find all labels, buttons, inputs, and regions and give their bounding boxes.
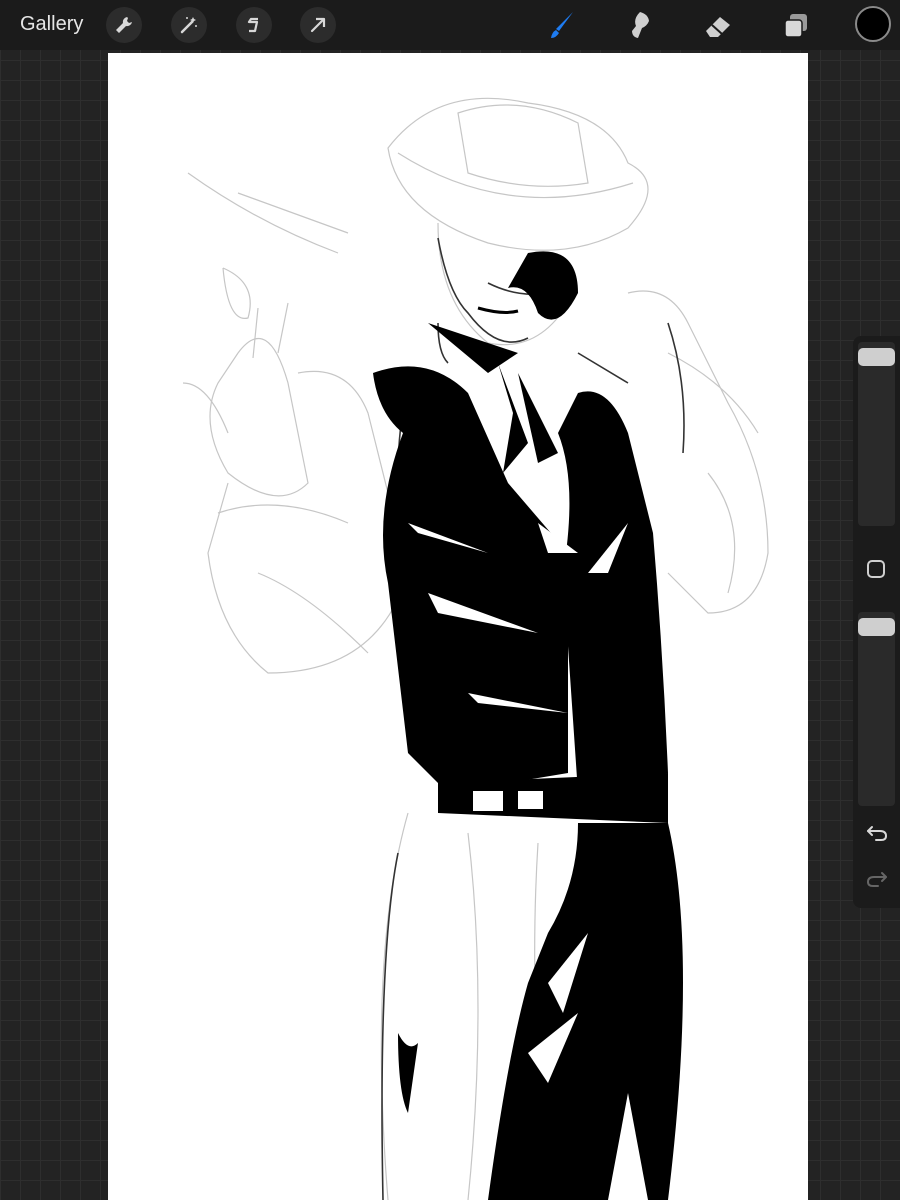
brush-size-thumb[interactable] [858,348,895,366]
smudge-tool[interactable] [622,8,658,44]
transform-arrow-icon [310,17,326,33]
artwork [182,97,769,1200]
modify-button[interactable] [867,560,885,578]
layers-button[interactable] [778,8,814,44]
eraser-icon [706,17,730,37]
redo-icon [866,872,887,887]
adjustments-button[interactable] [171,7,207,43]
side-toolbar [853,336,900,908]
opacity-slider[interactable] [858,612,895,806]
top-toolbar: Gallery [0,0,900,50]
transform-button[interactable] [300,7,336,43]
drawing-canvas[interactable] [108,53,808,1200]
smudge-icon [632,12,649,38]
wrench-icon [116,17,132,33]
layers-icon [784,14,807,38]
brush-size-slider[interactable] [858,342,895,526]
undo-icon [867,826,888,841]
selection-button[interactable] [236,7,272,43]
brush-icon [551,12,573,38]
color-picker-button[interactable] [855,6,891,42]
selection-s-icon [247,17,259,33]
eraser-tool[interactable] [700,8,736,44]
opacity-thumb[interactable] [858,618,895,636]
gallery-button[interactable]: Gallery [20,13,83,36]
undo-button[interactable] [864,820,890,846]
actions-button[interactable] [106,7,142,43]
redo-button[interactable] [864,866,890,892]
magic-wand-icon [180,17,197,34]
brush-tool[interactable] [544,8,580,44]
